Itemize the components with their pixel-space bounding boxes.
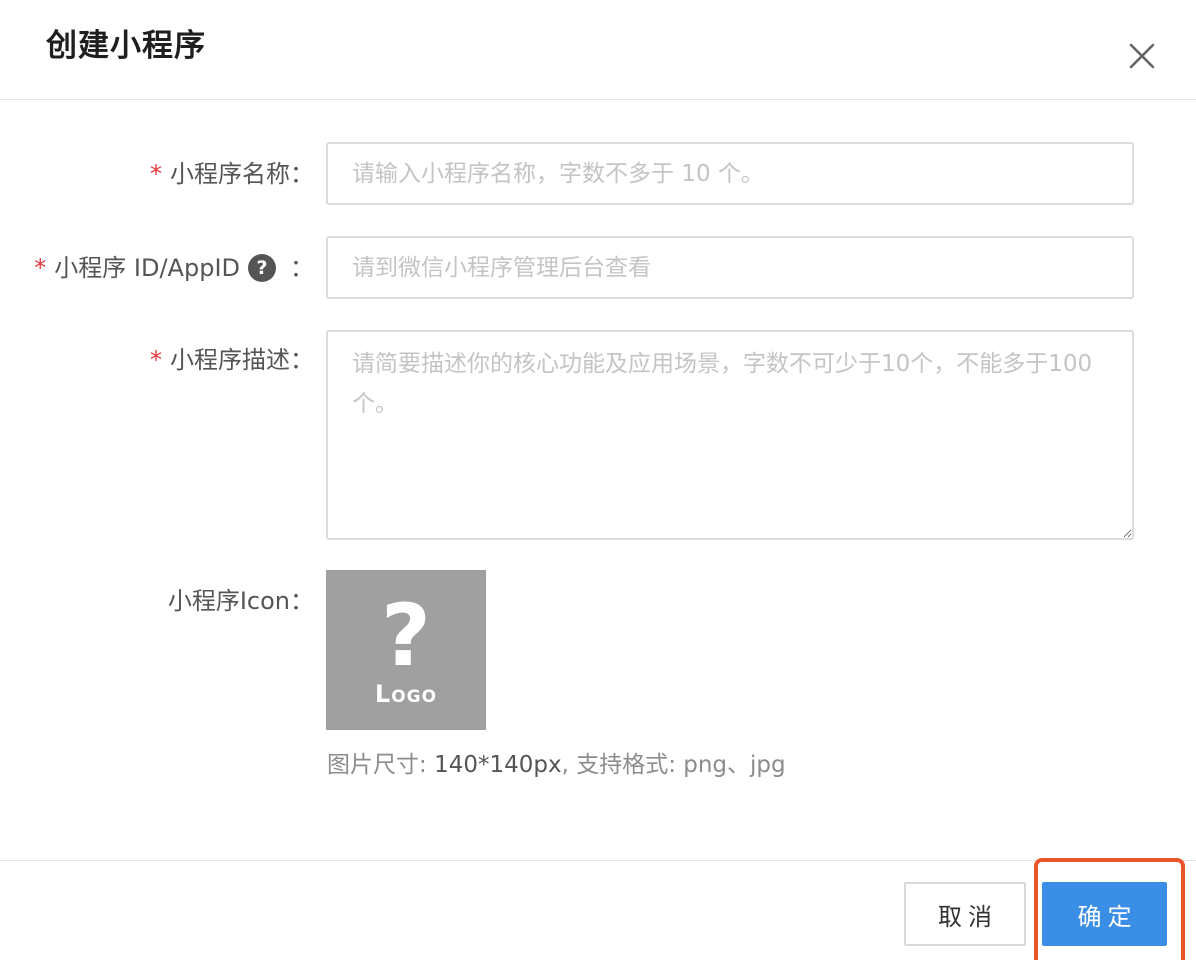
create-miniprogram-dialog: 创建小程序 *小程序名称： *小程序 ID/AppID?： *小程序描述： 小程… xyxy=(0,0,1196,960)
dialog-header: 创建小程序 xyxy=(0,0,1196,100)
logo-placeholder-text: Logo xyxy=(374,680,438,708)
cancel-button[interactable]: 取消 xyxy=(904,882,1026,946)
confirm-button[interactable]: 确定 xyxy=(1042,882,1167,946)
name-label: * 小程序名称： xyxy=(150,160,314,188)
required-mark: * xyxy=(150,346,162,374)
name-input[interactable] xyxy=(326,142,1134,205)
question-mark-icon: ? xyxy=(381,586,431,686)
description-label: * 小程序描述： xyxy=(150,346,314,374)
description-textarea[interactable] xyxy=(326,330,1134,540)
icon-label: 小程序Icon： xyxy=(167,587,314,615)
dialog-title: 创建小程序 xyxy=(46,28,206,64)
appid-label: * 小程序 ID/AppID?： xyxy=(34,254,314,282)
appid-input[interactable] xyxy=(326,236,1134,299)
required-mark: * xyxy=(34,254,47,282)
icon-size-value: 140*140px xyxy=(434,752,562,778)
close-button[interactable] xyxy=(1124,38,1160,74)
close-icon xyxy=(1129,43,1155,69)
icon-format-hint: 图片尺寸: 140*140px, 支持格式: png、jpg xyxy=(327,752,786,778)
help-icon[interactable]: ? xyxy=(248,254,276,282)
icon-upload-placeholder[interactable]: ? Logo xyxy=(326,570,486,730)
required-mark: * xyxy=(150,160,162,188)
